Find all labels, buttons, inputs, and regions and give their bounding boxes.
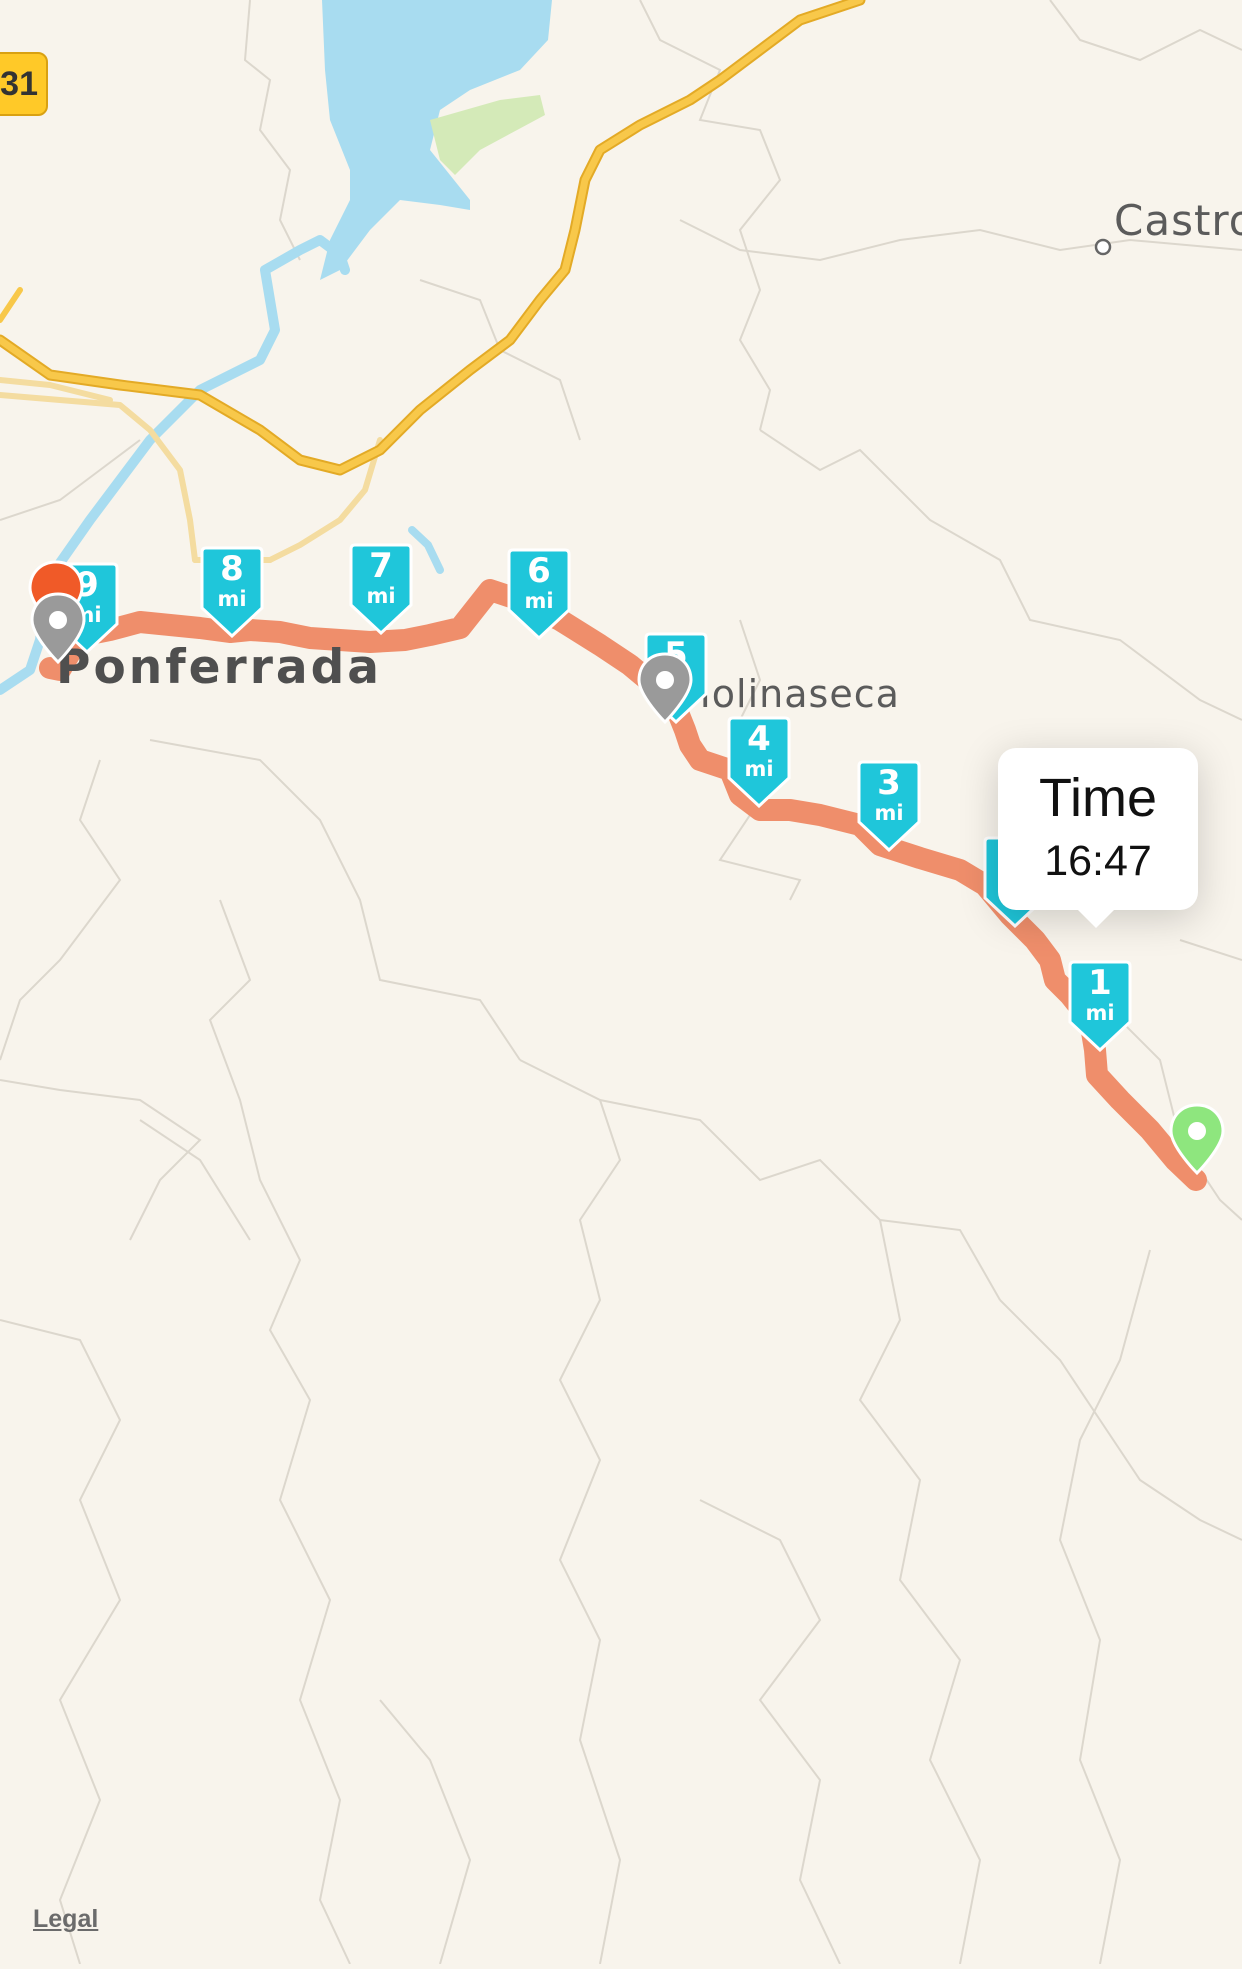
start-pin[interactable] [1169,1103,1229,1183]
place-label-molinaseca[interactable]: Molinaseca [678,672,900,716]
mile-marker-1[interactable]: 1 mi [1068,960,1132,1052]
callout-value: 16:47 [1044,837,1152,885]
mile-number: 8 [220,549,244,589]
waypoint-pin-molinaseca[interactable] [637,652,697,732]
mile-unit: mi [524,589,554,613]
mile-number: 7 [369,546,393,586]
place-label-castro[interactable]: Castro [1114,196,1242,245]
mile-unit: mi [366,584,396,608]
map-view[interactable]: 31 Castro Molinaseca Ponferrada 1 mi 2 m… [0,0,1242,1965]
time-callout[interactable]: Time 16:47 [998,748,1198,928]
map-pin-icon [637,652,693,725]
mile-marker-6[interactable]: 6 mi [507,548,571,640]
mile-number: 3 [877,763,901,803]
mile-number: 4 [747,719,771,759]
callout-title: Time [1039,768,1157,828]
place-dot-castro [1094,238,1112,256]
mile-marker-3[interactable]: 3 mi [857,760,921,852]
mile-number: 6 [527,551,551,591]
mile-marker-7[interactable]: 7 mi [349,543,413,635]
map-pin-icon [1169,1103,1225,1176]
mile-unit: mi [874,801,904,825]
legal-link[interactable]: Legal [33,1905,98,1934]
mile-unit: mi [744,757,774,781]
waypoint-pin-ponferrada[interactable] [30,592,90,672]
mile-unit: mi [217,587,247,611]
map-pin-icon [30,592,86,665]
mile-marker-8[interactable]: 8 mi [200,546,264,638]
mile-unit: mi [1085,1001,1115,1025]
mile-number: 1 [1088,963,1112,1003]
route-layer [39,579,1207,1191]
mile-marker-4[interactable]: 4 mi [727,716,791,808]
